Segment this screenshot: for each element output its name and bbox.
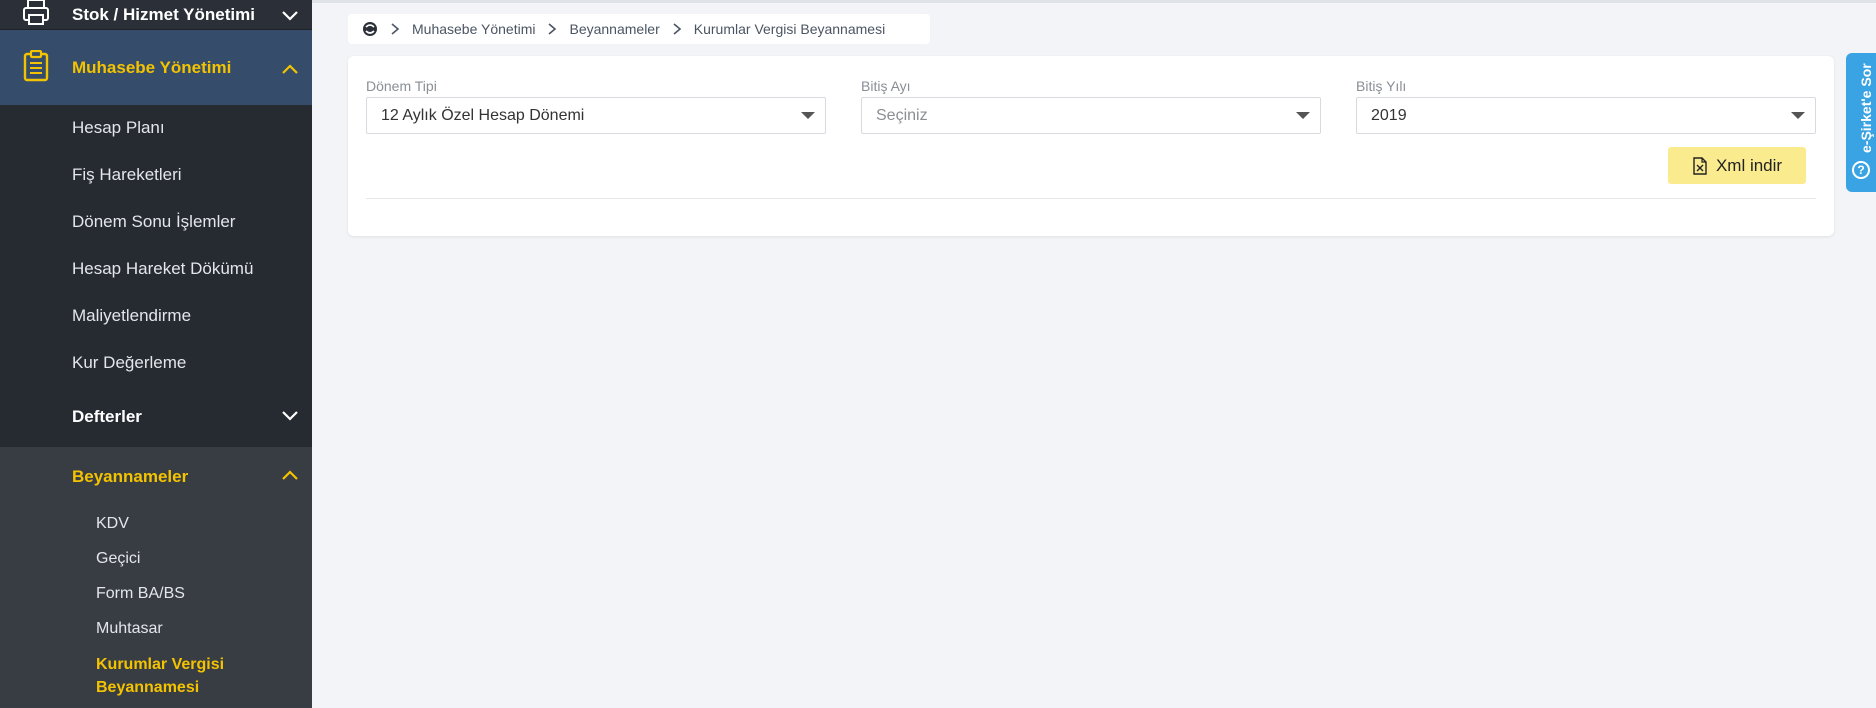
bitis-yili-select[interactable]: 2019: [1356, 97, 1816, 134]
caret-down-icon: [1791, 112, 1805, 119]
breadcrumb-item[interactable]: Muhasebe Yönetimi: [412, 21, 535, 37]
sidebar-item-fis-hareketleri[interactable]: Fiş Hareketleri: [72, 165, 182, 185]
filter-card: Dönem Tipi 12 Aylık Özel Hesap Dönemi Bi…: [348, 56, 1834, 236]
excel-file-icon: [1693, 156, 1707, 175]
question-icon: ?: [1852, 161, 1870, 179]
chevron-down-icon[interactable]: [280, 5, 300, 25]
bitis-yili-field: Bitiş Yılı 2019: [1356, 78, 1816, 134]
sidebar-item-stok-hizmet[interactable]: Stok / Hizmet Yönetimi: [0, 0, 312, 30]
sidebar-item-kdv[interactable]: KDV: [96, 515, 129, 533]
sidebar-item-hesap-hareket[interactable]: Hesap Hareket Dökümü: [72, 259, 253, 279]
sidebar-item-hesap-plani[interactable]: Hesap Planı: [72, 118, 165, 138]
chevron-up-icon[interactable]: [280, 466, 300, 486]
help-side-tab-label: e-Şirket'e Sor: [1858, 63, 1874, 153]
bitis-yili-value: 2019: [1371, 106, 1407, 124]
bitis-ayi-label: Bitiş Ayı: [861, 78, 911, 94]
chevron-right-icon: [548, 23, 557, 35]
sidebar-item-form-ba-bs[interactable]: Form BA/BS: [96, 585, 185, 603]
sidebar-item-beyannameler[interactable]: Beyannameler: [72, 467, 188, 487]
sidebar-item-kur-degerleme[interactable]: Kur Değerleme: [72, 353, 186, 373]
breadcrumb: Muhasebe Yönetimi Beyannameler Kurumlar …: [348, 14, 930, 44]
chevron-down-icon[interactable]: [280, 405, 300, 425]
sidebar-item-defterler[interactable]: Defterler: [72, 407, 142, 427]
caret-down-icon: [801, 112, 815, 119]
help-side-tab[interactable]: e-Şirket'e Sor ?: [1846, 53, 1876, 192]
sidebar-item-kurumlar-vergisi[interactable]: Kurumlar Vergisi Beyannamesi: [96, 653, 256, 699]
sidebar-item-maliyetlendirme[interactable]: Maliyetlendirme: [72, 306, 191, 326]
sidebar-item-gecici[interactable]: Geçici: [96, 550, 140, 568]
chevron-up-icon[interactable]: [280, 60, 300, 80]
bitis-ayi-select[interactable]: Seçiniz: [861, 97, 1321, 134]
breadcrumb-item[interactable]: Beyannameler: [569, 21, 659, 37]
sidebar-section-label: Muhasebe Yönetimi: [72, 58, 232, 77]
xml-download-label: Xml indir: [1715, 155, 1783, 175]
sidebar-item-label: Stok / Hizmet Yönetimi: [72, 5, 255, 24]
sidebar: Stok / Hizmet Yönetimi Muhasebe Yönetimi…: [0, 0, 312, 708]
bitis-ayi-placeholder: Seçiniz: [876, 106, 928, 124]
chevron-right-icon: [673, 23, 682, 35]
sidebar-item-muhtasar[interactable]: Muhtasar: [96, 620, 163, 638]
xml-download-button[interactable]: Xml indir: [1668, 147, 1806, 184]
sidebar-section-beyannameler: Beyannameler KDV Geçici Form BA/BS Muhta…: [0, 447, 312, 708]
printer-icon: [23, 0, 49, 25]
donem-tipi-label: Dönem Tipi: [366, 78, 437, 94]
bitis-yili-label: Bitiş Yılı: [1356, 78, 1407, 94]
donem-tipi-value: 12 Aylık Özel Hesap Dönemi: [381, 106, 585, 124]
chevron-right-icon: [391, 23, 400, 35]
home-logo-icon[interactable]: [362, 21, 378, 37]
divider: [366, 198, 1816, 199]
top-border: [312, 0, 1876, 3]
caret-down-icon: [1296, 112, 1310, 119]
breadcrumb-item: Kurumlar Vergisi Beyannamesi: [693, 21, 886, 37]
donem-tipi-field: Dönem Tipi 12 Aylık Özel Hesap Dönemi: [366, 78, 826, 134]
sidebar-section-muhasebe[interactable]: Muhasebe Yönetimi: [0, 30, 312, 105]
clipboard-icon: [23, 50, 49, 82]
donem-tipi-select[interactable]: 12 Aylık Özel Hesap Dönemi: [366, 97, 826, 134]
sidebar-item-donem-sonu[interactable]: Dönem Sonu İşlemler: [72, 212, 235, 232]
bitis-ayi-field: Bitiş Ayı Seçiniz: [861, 78, 1321, 134]
